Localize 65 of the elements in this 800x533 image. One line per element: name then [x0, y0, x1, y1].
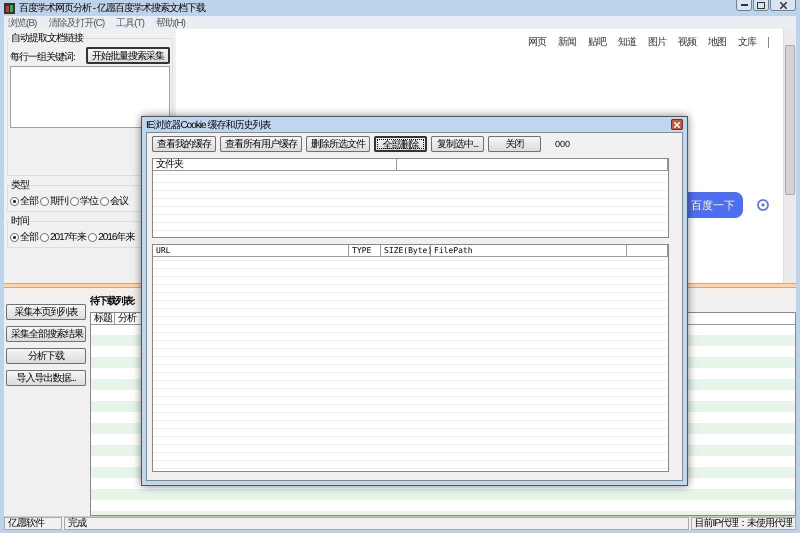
radio-button[interactable]: 学位 [70, 194, 98, 208]
radio-indicator[interactable] [40, 232, 49, 242]
maximize-icon [757, 2, 765, 8]
radio-indicator[interactable] [70, 196, 79, 206]
nav-link[interactable]: 视频 [678, 35, 696, 49]
radio-indicator[interactable] [10, 196, 19, 206]
status-text: 亿愿软件 [4, 517, 62, 530]
menu-item[interactable]: 工具(T) [116, 16, 144, 30]
scrollbar[interactable] [783, 29, 796, 283]
nav-link[interactable]: 文库 [738, 35, 756, 49]
status-text: 完成 [64, 517, 689, 530]
nav-link[interactable]: 新闻 [558, 35, 576, 49]
menu-item[interactable]: 清除及打开(C) [48, 16, 104, 30]
refresh-icon[interactable] [757, 199, 769, 211]
radio-button[interactable]: 全部 [10, 230, 38, 244]
close-button[interactable] [671, 119, 683, 130]
column-header[interactable]: FilePath [431, 245, 627, 256]
status-text: 目前IP代理：未使用代理 [690, 517, 796, 530]
group-title: 自动提取文档链接 [10, 32, 84, 45]
radio-indicator[interactable] [88, 232, 98, 242]
close-icon [780, 2, 786, 8]
start-button[interactable]: 开始批量搜索采集 [86, 47, 170, 64]
column-header[interactable]: SIZE(Byte) [381, 245, 431, 256]
menu-item[interactable]: 帮助(H) [156, 16, 185, 30]
radio-button[interactable]: 2017年来 [40, 230, 86, 244]
dialog-title: IE浏览器Cookie 缓存和历史列表 [146, 118, 270, 132]
list-title: 待下载列表: [90, 294, 136, 308]
radio-button[interactable]: 会议 [100, 194, 128, 208]
radio-button[interactable]: 全部 [10, 194, 38, 208]
nav-link[interactable]: 地图 [708, 35, 726, 49]
group-title: 类型 [10, 178, 30, 192]
action-button[interactable]: 采集全部搜索结果 [6, 326, 86, 342]
radio-indicator[interactable] [10, 232, 19, 242]
close-icon [674, 122, 680, 128]
minimize-icon [740, 4, 748, 6]
column-header[interactable]: 标题 [91, 313, 115, 324]
maximize-button[interactable] [753, 0, 769, 11]
action-button[interactable]: 采集本页到列表 [6, 304, 86, 320]
action-button[interactable]: 分析下载 [6, 348, 86, 364]
nav-link[interactable]: 网页 [528, 35, 546, 49]
close-button[interactable] [770, 0, 796, 11]
radio-indicator[interactable] [40, 196, 49, 206]
dialog-button[interactable]: 查看我的缓存 [152, 136, 216, 152]
app-icon [4, 2, 15, 14]
nav-link[interactable]: 知道 [618, 35, 636, 49]
minimize-button[interactable] [736, 0, 752, 11]
count-text: 000 [555, 139, 570, 149]
nav-link[interactable]: 贴吧 [588, 35, 606, 49]
keywords-field[interactable] [10, 66, 170, 128]
window-title: 百度学术网页分析 - 亿愿百度学术搜索文档下载 [19, 2, 205, 15]
dialog-button[interactable]: 关闭 [488, 136, 541, 152]
radio-indicator[interactable] [100, 196, 109, 206]
menu-item[interactable]: 浏览(B) [8, 16, 36, 30]
dialog-button[interactable]: 查看所有用户缓存 [220, 136, 302, 152]
column-header[interactable]: 文件夹 [153, 159, 397, 170]
dialog-button[interactable]: 复制选中... [431, 136, 484, 152]
nav-link[interactable]: 图片 [648, 35, 666, 49]
column-header[interactable]: URL [153, 245, 349, 256]
group-title: 时间 [10, 214, 30, 228]
column-header[interactable]: TYPE [349, 245, 381, 256]
dialog-button[interactable]: 删除所选文件 [306, 136, 370, 152]
action-button[interactable]: 导入导出数据... [6, 370, 86, 386]
radio-button[interactable]: 2016年来 [88, 230, 134, 244]
radio-button[interactable]: 期刊 [40, 194, 68, 208]
field-label: 每行一组关键词: [10, 50, 75, 64]
